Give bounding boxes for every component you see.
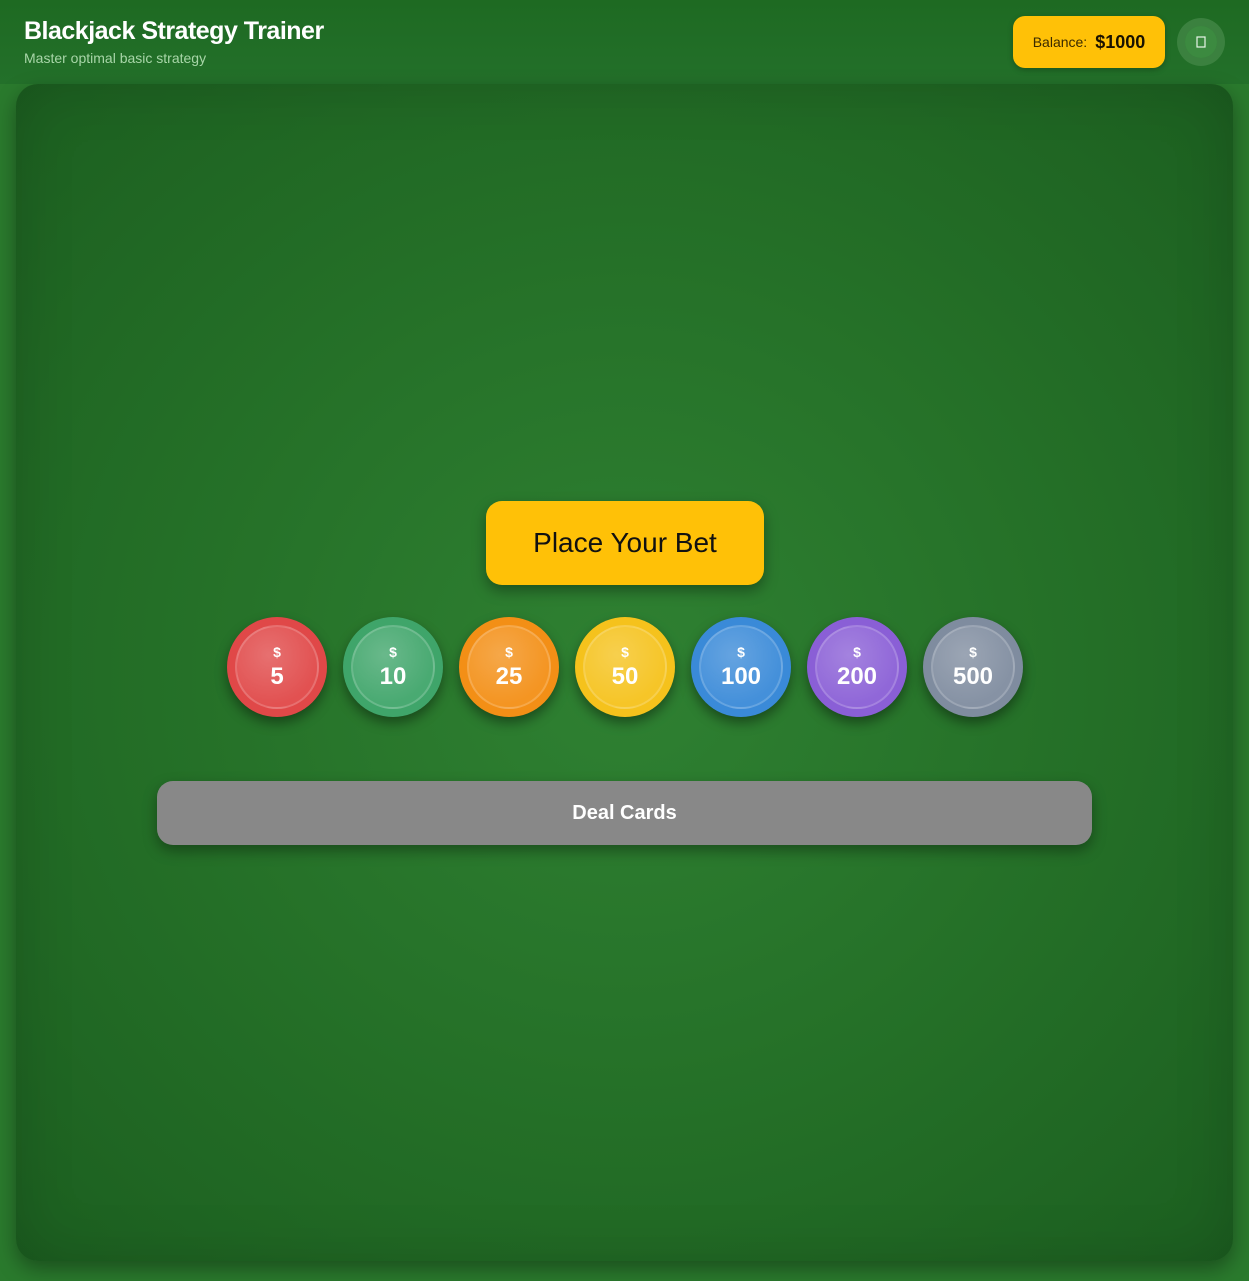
- chip-currency-symbol: $: [969, 644, 977, 660]
- app-header: Blackjack Strategy Trainer Master optima…: [0, 0, 1249, 84]
- deal-cards-button[interactable]: Deal Cards: [157, 781, 1092, 845]
- chip-currency-symbol: $: [621, 644, 629, 660]
- balance-label: Balance:: [1032, 34, 1088, 50]
- chip-100[interactable]: $100: [691, 617, 791, 717]
- chip-currency-symbol: $: [853, 644, 861, 660]
- balance-value: $1000: [1095, 31, 1146, 52]
- chip-face: $5: [235, 625, 319, 709]
- chip-value: 50: [611, 663, 639, 690]
- chip-currency-symbol: $: [737, 644, 745, 660]
- chip-value: 200: [836, 663, 878, 690]
- chip-10[interactable]: $10: [343, 617, 443, 717]
- chip-face: $200: [815, 625, 899, 709]
- chip-200[interactable]: $200: [807, 617, 907, 717]
- page-title: Blackjack Strategy Trainer: [24, 17, 324, 45]
- chip-value: 10: [379, 663, 407, 690]
- chip-value: 5: [270, 663, 284, 690]
- chip-currency-symbol: $: [505, 644, 513, 660]
- chip-500[interactable]: $500: [923, 617, 1023, 717]
- settings-icon: [1185, 26, 1217, 58]
- place-bet-banner: Place Your Bet: [486, 501, 764, 585]
- chip-currency-symbol: $: [273, 644, 281, 660]
- chip-face: $25: [467, 625, 551, 709]
- settings-button[interactable]: [1177, 18, 1225, 66]
- settings-icon-glyph: [1196, 36, 1206, 48]
- chip-face: $10: [351, 625, 435, 709]
- chip-currency-symbol: $: [389, 644, 397, 660]
- chip-25[interactable]: $25: [459, 617, 559, 717]
- chip-face: $500: [931, 625, 1015, 709]
- chip-value: 500: [952, 663, 994, 690]
- chip-50[interactable]: $50: [575, 617, 675, 717]
- balance-badge: Balance: $1000: [1013, 16, 1165, 68]
- chip-value: 25: [495, 663, 523, 690]
- chip-face: $100: [699, 625, 783, 709]
- chip-face: $50: [583, 625, 667, 709]
- chip-value: 100: [720, 663, 762, 690]
- page-subtitle: Master optimal basic strategy: [24, 50, 207, 66]
- chip-5[interactable]: $5: [227, 617, 327, 717]
